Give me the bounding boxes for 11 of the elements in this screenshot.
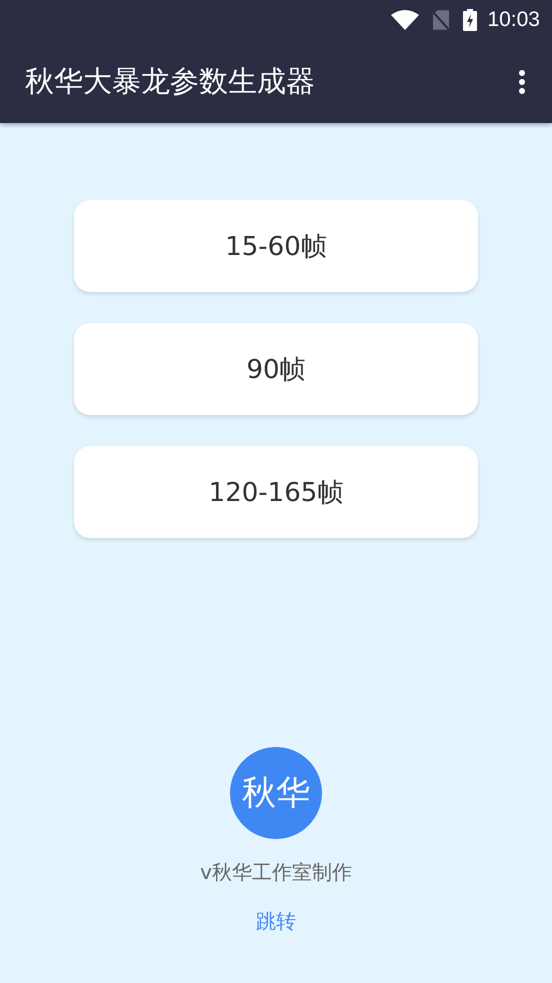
status-time: 10:03 [487,8,540,32]
battery-charging-icon [463,9,478,31]
frame-rate-button[interactable]: 15-60帧 [74,200,478,292]
avatar: 秋华 [230,747,322,839]
more-menu-icon[interactable] [518,68,526,94]
wifi-icon [391,10,420,30]
no-sim-icon [433,10,450,30]
frame-rate-button[interactable]: 120-165帧 [74,446,478,538]
credit-text: v秋华工作室制作 [200,859,352,886]
frame-rate-button[interactable]: 90帧 [74,323,478,415]
app-title: 秋华大暴龙参数生成器 [25,62,315,100]
